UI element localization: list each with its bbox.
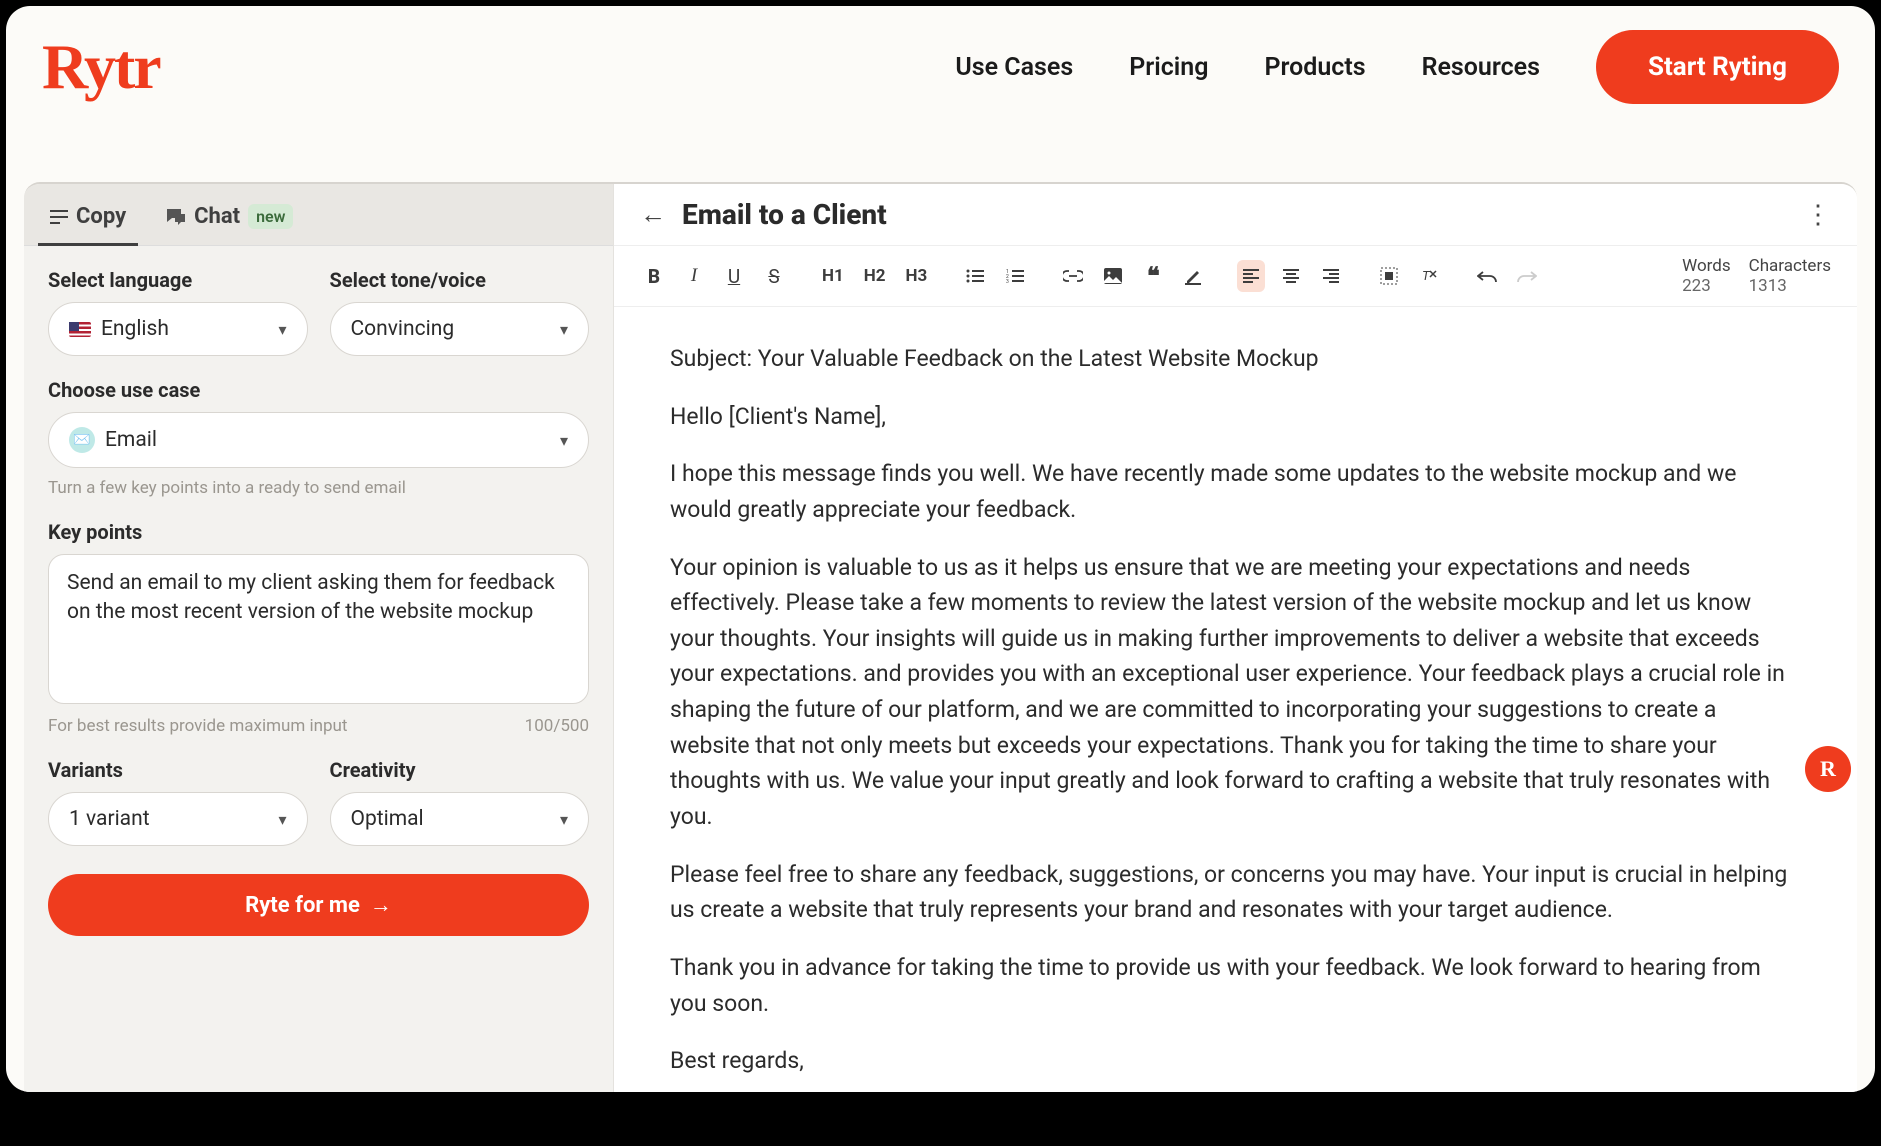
italic-button[interactable]: I (680, 260, 708, 292)
tab-copy-label: Copy (76, 204, 126, 229)
chars-label: Characters (1749, 256, 1831, 276)
sidebar-tabs: Copy Chat new (24, 184, 613, 246)
email-paragraph-4: Thank you in advance for taking the time… (670, 950, 1801, 1021)
chars-stat: Characters 1313 (1749, 256, 1831, 296)
tab-copy[interactable]: Copy (44, 194, 132, 245)
clear-format-button[interactable]: T (1415, 260, 1443, 292)
redo-button[interactable] (1513, 260, 1541, 292)
creativity-value: Optimal (351, 807, 424, 831)
svg-text:3: 3 (1006, 279, 1009, 283)
keypoints-hint: For best results provide maximum input (48, 716, 347, 736)
image-button[interactable] (1099, 260, 1127, 292)
quote-button[interactable]: ❝ (1139, 260, 1167, 292)
top-nav: Rytr Use Cases Pricing Products Resource… (6, 6, 1875, 124)
words-label: Words (1682, 256, 1731, 276)
strikethrough-button[interactable]: S (760, 260, 788, 292)
start-ryting-button[interactable]: Start Ryting (1596, 30, 1839, 104)
email-icon: ✉️ (69, 427, 95, 453)
email-subject: Subject: Your Valuable Feedback on the L… (670, 341, 1801, 377)
align-center-button[interactable] (1277, 260, 1305, 292)
chevron-down-icon: ▾ (278, 810, 286, 829)
ryte-btn-label: Ryte for me (245, 893, 360, 918)
link-button[interactable] (1059, 260, 1087, 292)
heading2-button[interactable]: H2 (860, 260, 890, 292)
variants-value: 1 variant (69, 807, 150, 831)
document-title: Email to a Client (682, 198, 887, 231)
align-left-button[interactable] (1237, 260, 1265, 292)
usecase-label: Choose use case (48, 378, 589, 402)
tab-chat-label: Chat (194, 204, 240, 229)
us-flag-icon (69, 322, 91, 337)
highlight-button[interactable] (1179, 260, 1207, 292)
keypoints-counter: 100/500 (525, 716, 589, 736)
chevron-down-icon: ▾ (278, 320, 286, 339)
language-select[interactable]: English ▾ (48, 302, 308, 356)
bullet-list-button[interactable] (961, 260, 989, 292)
heading1-button[interactable]: H1 (818, 260, 848, 292)
words-stat: Words 223 (1682, 256, 1731, 296)
language-label: Select language (48, 268, 308, 292)
nav-link-resources[interactable]: Resources (1422, 53, 1540, 82)
chevron-down-icon: ▾ (560, 320, 568, 339)
app-frame: Copy Chat new Select language English ▾ (24, 182, 1857, 1092)
nav-links: Use Cases Pricing Products Resources Sta… (955, 30, 1839, 104)
editor-toolbar: B I U S H1 H2 H3 123 ❝ (614, 246, 1857, 307)
align-right-button[interactable] (1317, 260, 1345, 292)
new-badge: new (248, 204, 293, 229)
email-paragraph-2: Your opinion is valuable to us as it hel… (670, 550, 1801, 835)
back-arrow-icon[interactable]: ← (640, 199, 666, 230)
creativity-label: Creativity (330, 758, 590, 782)
usecase-hint: Turn a few key points into a ready to se… (48, 478, 589, 498)
nav-link-pricing[interactable]: Pricing (1129, 53, 1208, 82)
chevron-down-icon: ▾ (560, 810, 568, 829)
nav-link-usecases[interactable]: Use Cases (955, 53, 1073, 82)
numbered-list-button[interactable]: 123 (1001, 260, 1029, 292)
usecase-value: Email (105, 428, 157, 452)
heading3-button[interactable]: H3 (902, 260, 932, 292)
email-greeting: Hello [Client's Name], (670, 399, 1801, 435)
more-menu-icon[interactable]: ⋮ (1805, 200, 1831, 230)
usecase-select[interactable]: ✉️ Email ▾ (48, 412, 589, 468)
chevron-down-icon: ▾ (560, 431, 568, 450)
tone-select[interactable]: Convincing ▾ (330, 302, 590, 356)
email-paragraph-3: Please feel free to share any feedback, … (670, 857, 1801, 928)
sidebar: Copy Chat new Select language English ▾ (24, 184, 614, 1092)
tone-label: Select tone/voice (330, 268, 590, 292)
expand-button[interactable] (1375, 260, 1403, 292)
undo-button[interactable] (1473, 260, 1501, 292)
email-paragraph-1: I hope this message finds you well. We h… (670, 456, 1801, 527)
words-value: 223 (1682, 276, 1731, 296)
tone-value: Convincing (351, 317, 455, 341)
floating-help-badge[interactable]: R (1805, 746, 1851, 792)
ryte-for-me-button[interactable]: Ryte for me → (48, 874, 589, 936)
editor-body[interactable]: Subject: Your Valuable Feedback on the L… (614, 307, 1857, 1092)
underline-button[interactable]: U (720, 260, 748, 292)
menu-icon (50, 210, 68, 224)
arrow-right-icon: → (370, 892, 392, 918)
chars-value: 1313 (1749, 276, 1831, 296)
editor-panel: ← Email to a Client ⋮ B I U S H1 H2 H3 (614, 184, 1857, 1092)
brand-logo: Rytr (42, 30, 160, 104)
chat-icon (166, 208, 186, 226)
bold-button[interactable]: B (640, 260, 668, 292)
keypoints-label: Key points (48, 520, 589, 544)
creativity-select[interactable]: Optimal ▾ (330, 792, 590, 846)
variants-label: Variants (48, 758, 308, 782)
variants-select[interactable]: 1 variant ▾ (48, 792, 308, 846)
nav-link-products[interactable]: Products (1264, 53, 1365, 82)
tab-chat[interactable]: Chat new (160, 194, 299, 245)
email-signoff: Best regards, (670, 1043, 1801, 1079)
keypoints-textarea[interactable] (48, 554, 589, 704)
language-value: English (101, 317, 169, 341)
